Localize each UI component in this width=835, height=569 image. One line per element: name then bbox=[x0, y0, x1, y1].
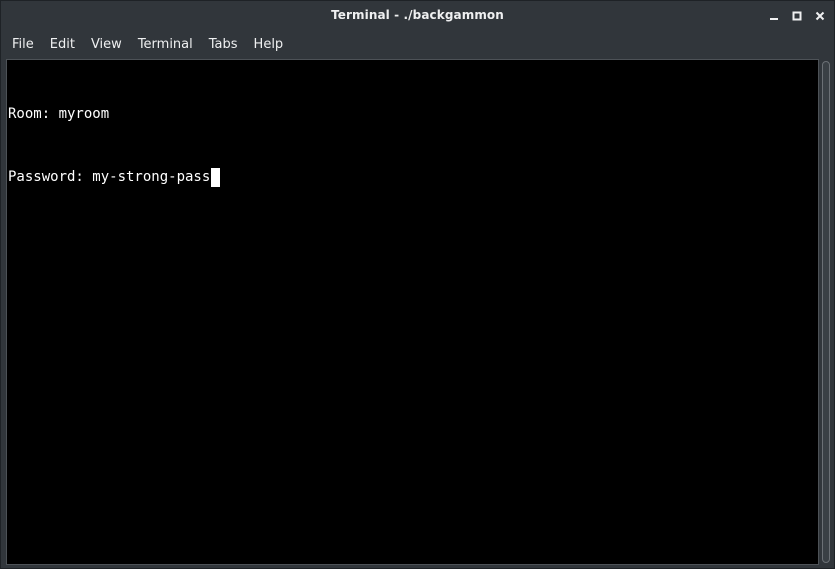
terminal-line-text: Room: myroom bbox=[8, 106, 110, 122]
terminal-output[interactable]: Room: myroom Password: my-strong-pass bbox=[6, 59, 819, 565]
terminal-line-text: Password: my-strong-pass bbox=[8, 169, 211, 185]
menu-terminal[interactable]: Terminal bbox=[130, 33, 201, 57]
menu-bar: File Edit View Terminal Tabs Help bbox=[1, 31, 834, 58]
menu-view[interactable]: View bbox=[83, 33, 130, 57]
maximize-button[interactable] bbox=[788, 7, 806, 25]
text-cursor bbox=[211, 168, 221, 187]
menu-help[interactable]: Help bbox=[246, 33, 292, 57]
menu-edit[interactable]: Edit bbox=[42, 33, 83, 57]
vertical-scrollbar[interactable] bbox=[820, 59, 833, 565]
window-title: Terminal - ./backgammon bbox=[331, 8, 504, 22]
close-icon bbox=[815, 11, 825, 21]
terminal-window: Terminal - ./backgammon File Edit View T… bbox=[0, 0, 835, 569]
menu-tabs[interactable]: Tabs bbox=[201, 33, 246, 57]
maximize-icon bbox=[792, 11, 802, 21]
close-button[interactable] bbox=[811, 7, 829, 25]
terminal-line: Room: myroom bbox=[8, 104, 817, 125]
terminal-line: Password: my-strong-pass bbox=[8, 167, 817, 188]
scrollbar-thumb[interactable] bbox=[822, 61, 830, 563]
menu-file[interactable]: File bbox=[4, 33, 42, 57]
minimize-icon bbox=[770, 18, 778, 20]
title-bar[interactable]: Terminal - ./backgammon bbox=[1, 1, 834, 31]
minimize-button[interactable] bbox=[765, 7, 783, 25]
